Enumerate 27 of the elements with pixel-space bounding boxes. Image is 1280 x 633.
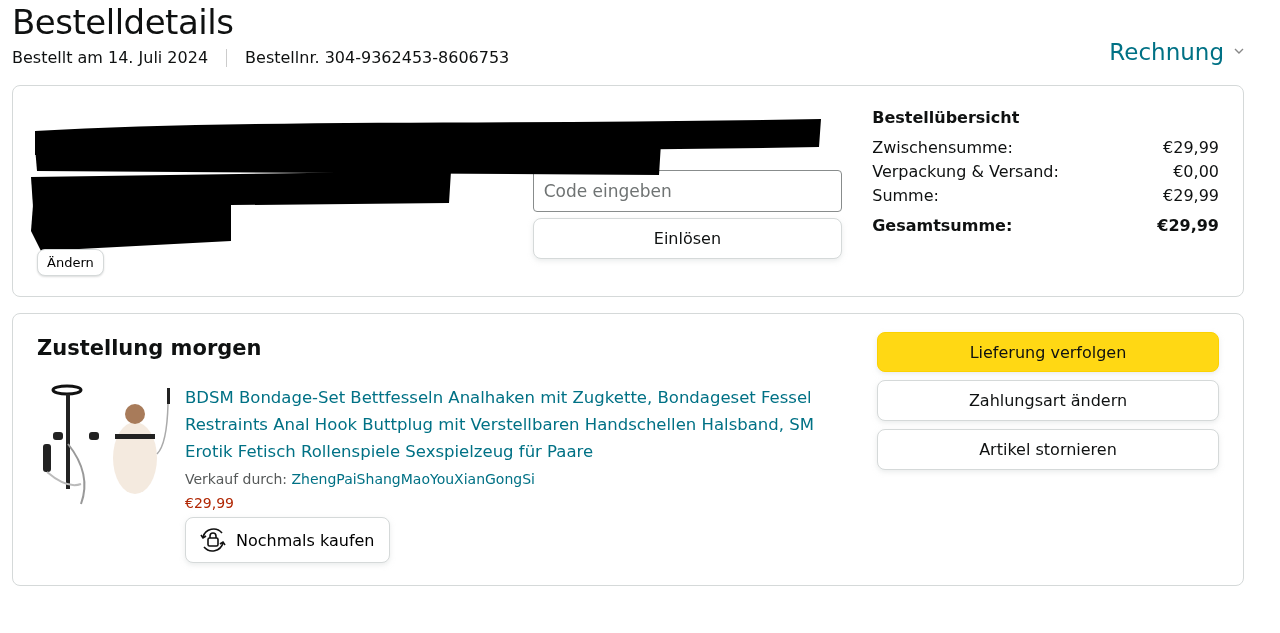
code-input-field[interactable]: Code eingeben — [532, 170, 843, 212]
product-title-link[interactable]: BDSM Bondage-Set Bettfesseln Analhaken mit Zugkette, Bondageset Fessel Restraints Anal Hook Buttplug mit Verstellbaren Handschellen Halsband, SM Erotik Fetisch Rollenspiele Sexspielzeug für Paare — [185, 384, 865, 465]
summary-label: Verpackung & Versand: — [872, 162, 1059, 181]
item-price: €29,99 — [185, 495, 235, 511]
buy-again-button[interactable]: Nochmals kaufen — [185, 517, 390, 563]
total-label: Gesamtsumme: — [872, 216, 1013, 235]
invoice-dropdown[interactable]: Rechnung — [1109, 38, 1244, 65]
summary-label: Zwischensumme: — [872, 138, 1013, 157]
order-date: Bestellt am 14. Juli 2024 — [12, 48, 209, 67]
total-value: €29,99 — [1157, 216, 1219, 235]
track-button[interactable]: Lieferung verfolgen — [877, 332, 1219, 372]
change-button[interactable]: Ändern — [37, 249, 104, 276]
action-button[interactable]: Zahlungsart ändern — [877, 380, 1219, 421]
chevron-icon — [1234, 48, 1244, 55]
summary-value: €29,99 — [1163, 186, 1219, 205]
order-number: Bestellnr. 304-9362453-8606753 — [245, 48, 510, 67]
summary-label: Summe: — [872, 186, 939, 205]
page-title: Bestelldetails — [12, 2, 235, 42]
action-button[interactable]: Artikel stornieren — [877, 429, 1219, 470]
redeem-button[interactable]: Einlösen — [532, 218, 843, 259]
summary-value: €29,99 — [1163, 138, 1219, 157]
summary-value: €0,00 — [1173, 162, 1219, 181]
summary-heading: Bestellübersicht — [872, 108, 1021, 127]
reorder-icon — [198, 525, 228, 555]
seller-link[interactable]: ZhengPaiShangMaoYouXianGongSi — [291, 471, 535, 487]
delivery-heading: Zustellung morgen — [37, 336, 263, 360]
seller-line: Verkauf durch: ZhengPaiShangMaoYouXianGongSi — [185, 471, 536, 487]
